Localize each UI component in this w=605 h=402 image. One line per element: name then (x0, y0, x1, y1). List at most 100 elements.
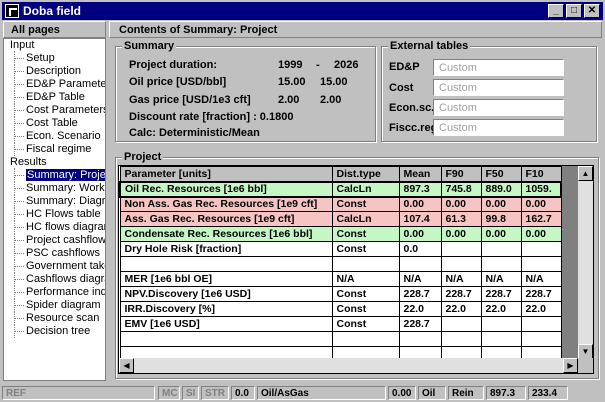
tree-item[interactable]: Decision tree (4, 324, 105, 338)
table-cell[interactable]: 889.0 (480, 180, 522, 198)
table-row[interactable]: MER [1e6 bbl OE] N/A N/A N/A N/A N/A (119, 271, 562, 287)
app-icon[interactable] (5, 4, 19, 18)
table-cell[interactable]: N/A (520, 271, 562, 287)
table-cell[interactable]: 22.0 (440, 301, 482, 317)
tree-item[interactable]: Cashflows diagra (4, 272, 105, 286)
table-cell[interactable] (520, 241, 562, 257)
table-row[interactable] (119, 256, 562, 272)
tree-item[interactable]: ED&P Table (4, 90, 105, 104)
tree-item[interactable]: Econ. Scenario (4, 129, 105, 143)
table-cell[interactable]: Oil Rec. Resources [1e6 bbl] (119, 180, 333, 198)
table-row[interactable]: Dry Hole Risk [fraction] Const 0.0 (119, 241, 562, 257)
tree-item[interactable]: Performance ind. (4, 285, 105, 299)
table-cell[interactable]: N/A (440, 271, 482, 287)
table-cell[interactable]: MER [1e6 bbl OE] (119, 271, 333, 287)
table-cell[interactable] (331, 331, 400, 347)
table-cell[interactable]: 0.00 (398, 226, 442, 242)
table-cell[interactable]: 0.00 (480, 226, 522, 242)
table-cell[interactable] (520, 256, 562, 272)
minimize-button[interactable]: _ (548, 4, 564, 18)
tree-item[interactable]: PSC cashflows (4, 246, 105, 260)
table-cell[interactable]: 107.4 (398, 211, 442, 227)
table-cell[interactable]: 228.7 (398, 316, 442, 332)
tree-item[interactable]: Project cashflow (4, 233, 105, 247)
cost-table-field[interactable]: Custom (433, 79, 564, 96)
table-cell[interactable] (480, 241, 522, 257)
table-cell[interactable]: 228.7 (440, 286, 482, 302)
table-cell[interactable]: 162.7 (520, 211, 562, 227)
tree-item[interactable]: Setup (4, 51, 105, 65)
table-cell[interactable]: Const (331, 241, 400, 257)
table-cell[interactable]: 228.7 (398, 286, 442, 302)
table-cell[interactable] (480, 331, 522, 347)
table-cell[interactable] (520, 316, 562, 332)
table-cell[interactable]: 0.00 (520, 226, 562, 242)
maximize-button[interactable]: □ (566, 4, 582, 18)
table-cell[interactable] (440, 316, 482, 332)
tree-item[interactable]: Cost Table (4, 116, 105, 130)
table-cell[interactable] (520, 331, 562, 347)
scroll-right-button[interactable]: ▶ (563, 358, 578, 373)
table-row[interactable] (119, 331, 562, 347)
table-row[interactable]: IRR.Discovery [%] Const 22.0 22.0 22.0 22.0 (119, 301, 562, 317)
table-cell[interactable]: Const (331, 301, 400, 317)
table-cell[interactable]: EMV [1e6 USD] (119, 316, 333, 332)
table-cell[interactable] (440, 256, 482, 272)
tree-item[interactable]: HC Flows table (4, 207, 105, 221)
table-cell[interactable]: CalcLn (331, 211, 400, 227)
horizontal-scrollbar[interactable]: ◀ ▶ (119, 358, 578, 373)
table-cell[interactable]: 0.00 (440, 226, 482, 242)
table-cell[interactable]: 1059. (520, 180, 562, 198)
table-cell[interactable] (398, 256, 442, 272)
project-table[interactable]: Parameter [units] Dist.type Mean F90 F50 F10 … (119, 166, 562, 362)
tree-item[interactable]: Government take (4, 259, 105, 273)
table-cell[interactable] (119, 331, 333, 347)
econ-scenario-field[interactable]: Custom (433, 99, 564, 116)
table-cell[interactable] (119, 256, 333, 272)
table-cell[interactable]: Ass. Gas Rec. Resources [1e9 cft] (119, 211, 333, 227)
table-cell[interactable]: N/A (480, 271, 522, 287)
tree-item[interactable]: Summary: Proje (4, 168, 105, 182)
column-header[interactable]: F10 (520, 166, 562, 182)
table-cell[interactable]: 22.0 (480, 301, 522, 317)
table-cell[interactable]: CalcLn (331, 180, 400, 198)
table-cell[interactable]: 0.0 (398, 241, 442, 257)
table-row[interactable]: EMV [1e6 USD] Const 228.7 (119, 316, 562, 332)
table-row[interactable]: Condensate Rec. Resources [1e6 bbl] Const… (119, 226, 562, 242)
table-cell[interactable] (398, 331, 442, 347)
table-row[interactable]: Ass. Gas Rec. Resources [1e9 cft] CalcLn 1… (119, 211, 562, 227)
scroll-down-button[interactable]: ▼ (578, 344, 593, 359)
table-cell[interactable]: N/A (398, 271, 442, 287)
table-cell[interactable]: 0.00 (520, 196, 562, 212)
table-row[interactable]: NPV.Discovery [1e6 USD] Const 228.7 228.7 22… (119, 286, 562, 302)
tree-group[interactable]: Results (4, 156, 105, 169)
scroll-up-button[interactable]: ▲ (578, 166, 593, 181)
table-cell[interactable]: Dry Hole Risk [fraction] (119, 241, 333, 257)
tree-item[interactable]: Summary: Work (4, 181, 105, 195)
tree-item[interactable]: Resource scan (4, 311, 105, 325)
table-cell[interactable]: Condensate Rec. Resources [1e6 bbl] (119, 226, 333, 242)
title-bar[interactable]: Doba field _ □ ✕ (2, 2, 603, 20)
table-cell[interactable]: 745.8 (440, 180, 482, 198)
table-cell[interactable]: 61.3 (440, 211, 482, 227)
table-cell[interactable]: NPV.Discovery [1e6 USD] (119, 286, 333, 302)
table-cell[interactable]: 228.7 (520, 286, 562, 302)
tree-group[interactable]: Input (4, 39, 105, 52)
table-cell[interactable]: 228.7 (480, 286, 522, 302)
table-cell[interactable]: 0.00 (398, 196, 442, 212)
table-cell[interactable]: 22.0 (520, 301, 562, 317)
table-cell[interactable] (480, 316, 522, 332)
tree-item[interactable]: Summary: Diagr (4, 194, 105, 208)
page-tree[interactable]: Input Setup Description ED&P Paramete ED&P T… (3, 38, 106, 381)
tree-item[interactable]: Spider diagram (4, 298, 105, 312)
vertical-scrollbar[interactable]: ▲ ▼ (578, 166, 593, 359)
column-header[interactable]: Parameter [units] (119, 166, 333, 182)
table-cell[interactable] (440, 331, 482, 347)
edp-table-field[interactable]: Custom (433, 59, 564, 76)
column-header[interactable]: Dist.type (331, 166, 400, 182)
project-grid[interactable]: Parameter [units] Dist.type Mean F90 F50 F10 … (118, 165, 594, 374)
scroll-left-button[interactable]: ◀ (119, 358, 134, 373)
tree-item[interactable]: Fiscal regime (4, 142, 105, 156)
fiscal-regime-field[interactable]: Custom (433, 119, 564, 136)
tree-item[interactable]: HC flows diagran (4, 220, 105, 234)
